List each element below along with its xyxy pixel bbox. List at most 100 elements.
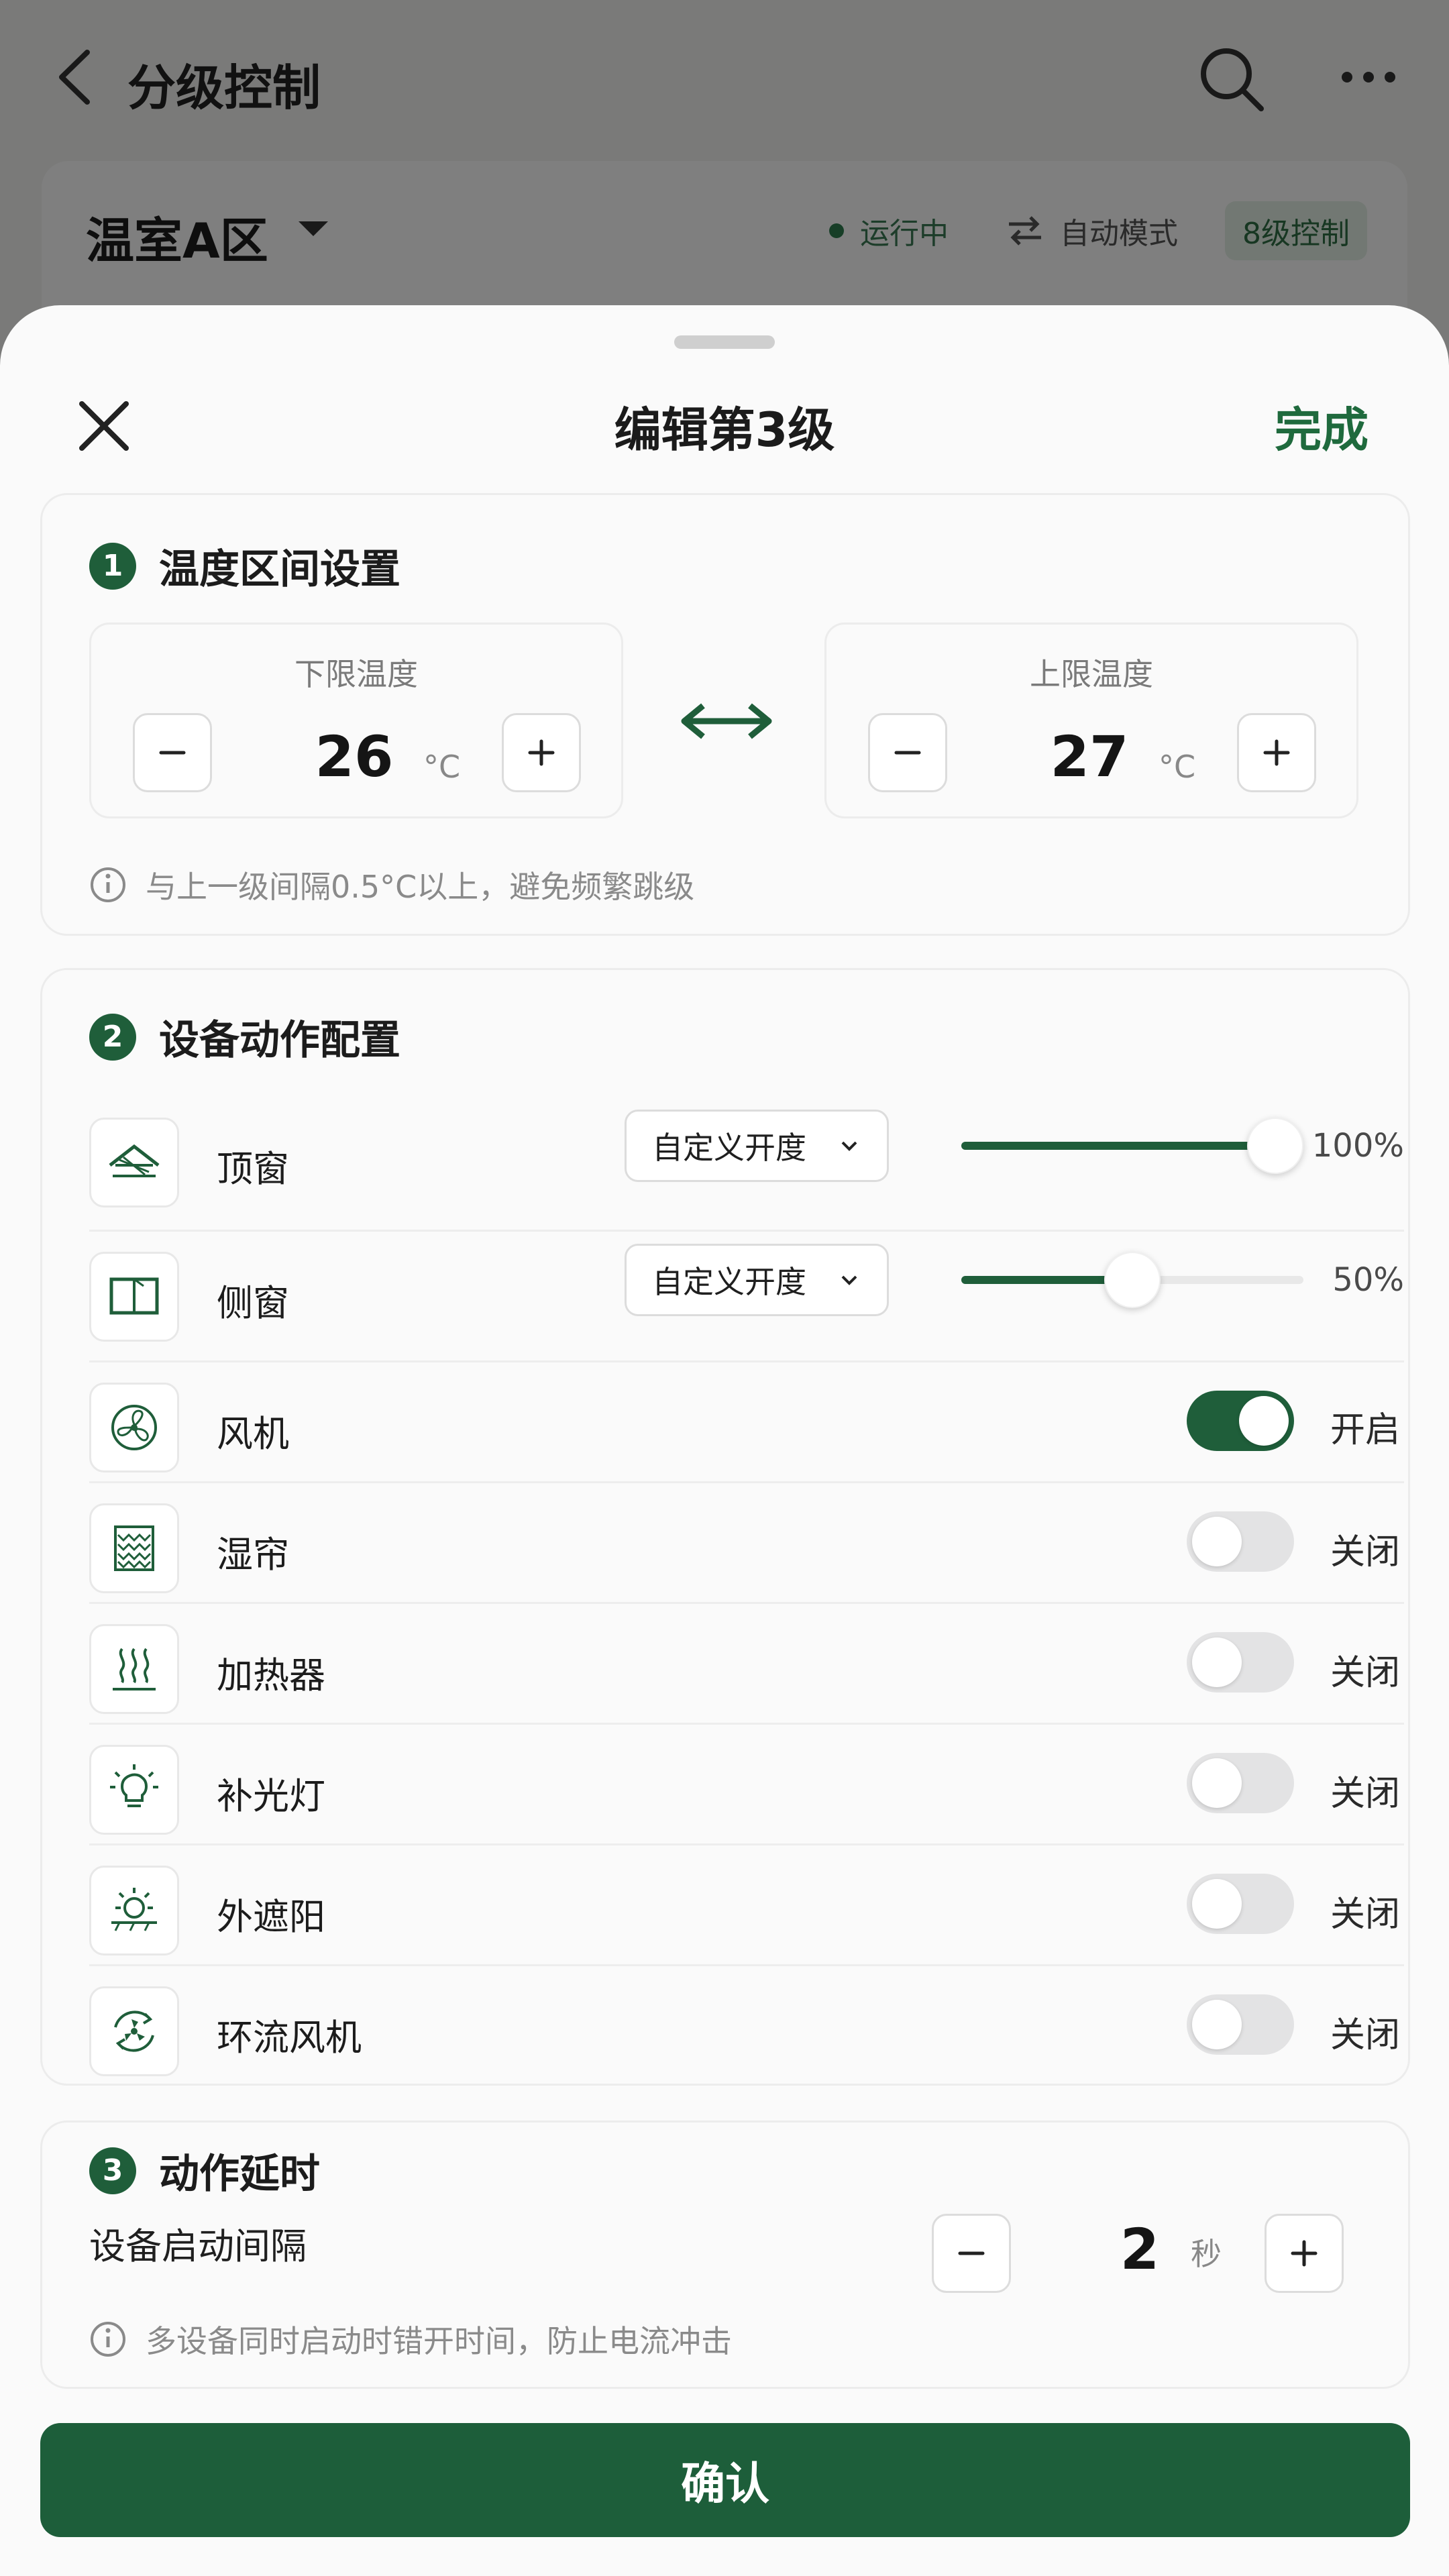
slider-thumb[interactable] [1104, 1252, 1161, 1308]
device-icon-box [89, 1118, 179, 1208]
slider-fill [961, 1142, 1275, 1150]
lower-temp-unit: °C [423, 749, 461, 785]
toggle-state-label: 开启 [1330, 1410, 1400, 1450]
upper-temp-label: 上限温度 [1030, 656, 1153, 692]
lower-temp-value: 26 [315, 724, 394, 790]
device-name: 风机 [217, 1413, 289, 1455]
grow-light-toggle[interactable] [1187, 1753, 1294, 1813]
device-name: 环流风机 [217, 2017, 362, 2059]
temperature-hint: 与上一级间隔0.5°C以上，避免频繁跳级 [89, 863, 694, 907]
temperature-section-header: 1 温度区间设置 [89, 537, 400, 595]
temperature-hint-text: 与上一级间隔0.5°C以上，避免频繁跳级 [146, 869, 695, 905]
device-row-heater: 加热器 关闭 [89, 1604, 1404, 1725]
upper-temp-value: 27 [1050, 724, 1129, 790]
toggle-knob [1192, 2000, 1242, 2049]
device-icon-box [89, 1252, 179, 1342]
section-number-badge: 2 [89, 1013, 136, 1061]
chevron-down-icon [841, 1141, 857, 1151]
section-title: 设备动作配置 [159, 1017, 400, 1064]
wet-curtain-icon [114, 1525, 154, 1571]
device-icon-box [89, 1745, 179, 1835]
roof-window-icon [109, 1144, 160, 1177]
upper-temp-decrease-button[interactable] [868, 713, 947, 792]
section-title: 温度区间设置 [159, 546, 400, 593]
fan-toggle[interactable] [1187, 1391, 1294, 1451]
toggle-knob [1192, 1638, 1242, 1687]
sunshade-toggle[interactable] [1187, 1874, 1294, 1934]
upper-temp-increase-button[interactable] [1237, 713, 1316, 792]
device-row-fan: 风机 开启 [89, 1362, 1404, 1483]
delay-hint: 多设备同时启动时错开时间，防止电流冲击 [89, 2317, 732, 2361]
wet-curtain-toggle[interactable] [1187, 1511, 1294, 1572]
info-icon [91, 2322, 125, 2357]
side-window-mode-select[interactable]: 自定义开度 [625, 1244, 889, 1316]
dropdown-value: 自定义开度 [652, 1264, 806, 1300]
sheet-title: 编辑第3级 [614, 402, 835, 458]
sunshade-icon [111, 1888, 157, 1931]
upper-temp-box: 上限温度 27 °C [824, 623, 1358, 818]
lower-temp-label: 下限温度 [294, 656, 418, 692]
lower-temp-decrease-button[interactable] [133, 713, 212, 792]
lower-temp-increase-button[interactable] [502, 713, 581, 792]
section-number-badge: 3 [89, 2147, 136, 2194]
upper-temp-unit: °C [1159, 749, 1196, 785]
device-row-sunshade: 外遮阳 关闭 [89, 1845, 1404, 1966]
toggle-knob [1192, 1517, 1242, 1566]
delay-decrease-button[interactable] [932, 2214, 1011, 2293]
delay-section: 3 动作延时 设备启动间隔 2 秒 多设备同时启动时错开时间，防止电流冲击 [40, 2121, 1410, 2389]
minus-icon [159, 751, 186, 755]
delay-increase-button[interactable] [1265, 2214, 1344, 2293]
device-row-roof-window: 顶窗 自定义开度 100% [89, 1097, 1404, 1232]
sheet-drag-handle[interactable] [674, 335, 775, 349]
toggle-state-label: 关闭 [1330, 1894, 1400, 1935]
plus-icon [1291, 2240, 1318, 2267]
delay-label: 设备启动间隔 [89, 2225, 307, 2267]
slider-value: 100% [1311, 1127, 1404, 1165]
circulation-fan-icon [114, 2010, 154, 2052]
device-icon-box [89, 1866, 179, 1955]
plus-icon [1263, 739, 1290, 766]
delay-hint-text: 多设备同时启动时错开时间，防止电流冲击 [146, 2323, 732, 2359]
roof-window-mode-select[interactable]: 自定义开度 [625, 1110, 889, 1182]
toggle-knob [1192, 1758, 1242, 1808]
confirm-button[interactable]: 确认 [40, 2423, 1410, 2537]
lower-temp-box: 下限温度 26 °C [89, 623, 623, 818]
done-button[interactable]: 完成 [1275, 392, 1368, 460]
device-name: 加热器 [217, 1654, 325, 1697]
slider-value: 50% [1332, 1261, 1404, 1299]
delay-section-header: 3 动作延时 [89, 2141, 320, 2200]
section-number-badge: 1 [89, 542, 136, 590]
minus-icon [958, 2251, 985, 2255]
side-window-icon [109, 1277, 159, 1315]
device-row-circulation-fan: 环流风机 关闭 [89, 1966, 1404, 2087]
edit-level-sheet: 编辑第3级 完成 1 温度区间设置 下限温度 26 °C 上限温度 27 °C [0, 305, 1449, 2576]
device-icon-box [89, 1986, 179, 2076]
heater-toggle[interactable] [1187, 1632, 1294, 1693]
delay-value: 2 [1120, 2216, 1160, 2282]
toggle-knob [1192, 1879, 1242, 1929]
device-icon-box [89, 1624, 179, 1714]
device-icon-box [89, 1383, 179, 1472]
heater-icon [113, 1648, 156, 1690]
device-row-wet-curtain: 湿帘 关闭 [89, 1483, 1404, 1604]
device-section-header: 2 设备动作配置 [89, 1008, 400, 1066]
circulation-fan-toggle[interactable] [1187, 1994, 1294, 2055]
slider-thumb[interactable] [1247, 1118, 1303, 1174]
device-name: 侧窗 [217, 1282, 289, 1324]
range-arrow-icon [681, 703, 772, 739]
minus-icon [894, 751, 921, 755]
device-icon-box [89, 1503, 179, 1593]
toggle-knob [1239, 1396, 1289, 1446]
device-name: 顶窗 [217, 1148, 289, 1190]
temperature-section: 1 温度区间设置 下限温度 26 °C 上限温度 27 °C 与上一级间隔0.5… [40, 493, 1410, 936]
device-name: 湿帘 [217, 1534, 289, 1576]
side-window-slider[interactable] [961, 1252, 1303, 1308]
dropdown-value: 自定义开度 [652, 1130, 806, 1166]
device-row-grow-light: 补光灯 关闭 [89, 1725, 1404, 1845]
roof-window-slider[interactable] [961, 1118, 1303, 1174]
chevron-down-icon [841, 1275, 857, 1285]
grow-light-icon [110, 1764, 158, 1807]
toggle-state-label: 关闭 [1330, 1532, 1400, 1572]
toggle-state-label: 关闭 [1330, 2015, 1400, 2055]
info-icon [91, 867, 125, 902]
